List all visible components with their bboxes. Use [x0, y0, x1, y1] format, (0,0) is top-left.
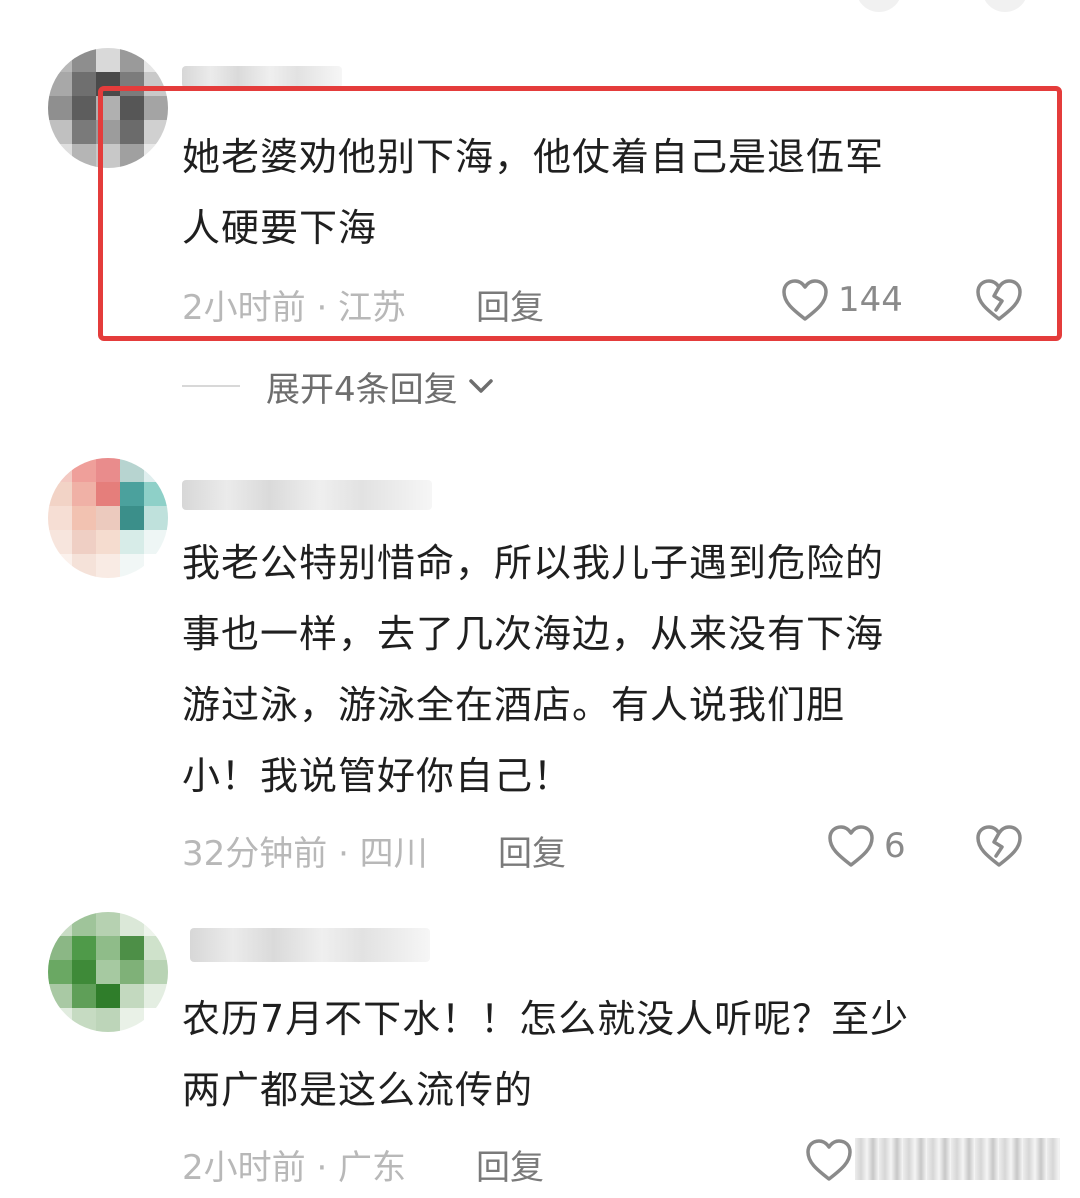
username-blurred[interactable]	[182, 66, 342, 88]
username-blurred[interactable]	[182, 480, 432, 510]
like-button[interactable]: 6	[826, 822, 906, 870]
comment-text-line: 小！我说管好你自己！	[182, 754, 573, 798]
avatar[interactable]	[48, 912, 168, 1032]
broken-heart-icon[interactable]	[974, 822, 1024, 870]
expand-label: 展开4条回复	[266, 369, 458, 410]
top-action-icon[interactable]	[856, 0, 902, 12]
watermark-overlay	[855, 1138, 1060, 1180]
expand-replies[interactable]: 展开4条回复	[182, 362, 496, 410]
like-count: 6	[884, 826, 906, 866]
reply-button[interactable]: 回复	[498, 826, 566, 875]
heart-icon	[806, 1139, 852, 1181]
comment-text-line: 我老公特别惜命，所以我儿子遇到危险的	[182, 541, 885, 585]
comment-text: 我老公特别惜命，所以我儿子遇到危险的 事也一样，去了几次海边，从来没有下海 游过…	[182, 528, 884, 812]
comment-meta: 2小时前 · 广东	[182, 1148, 407, 1188]
highlight-box	[98, 86, 1062, 341]
reply-button[interactable]: 回复	[476, 1140, 544, 1189]
comment-text-line: 农历7月不下水！！怎么就没人听呢？至少	[182, 997, 910, 1041]
avatar[interactable]	[48, 458, 168, 578]
expand-divider	[182, 385, 240, 387]
chevron-down-icon	[468, 379, 493, 393]
comment-text-line: 游过泳，游泳全在酒店。有人说我们胆	[182, 683, 846, 727]
heart-icon	[828, 825, 874, 867]
comment-text-line: 两广都是这么流传的	[182, 1068, 534, 1112]
top-action-icon-2[interactable]	[982, 0, 1028, 12]
comment-meta: 32分钟前 · 四川	[182, 834, 428, 874]
like-button[interactable]	[804, 1136, 862, 1184]
comment-text: 农历7月不下水！！怎么就没人听呢？至少 两广都是这么流传的	[182, 984, 909, 1126]
comment-text-line: 事也一样，去了几次海边，从来没有下海	[182, 612, 885, 656]
username-blurred[interactable]	[190, 928, 430, 962]
